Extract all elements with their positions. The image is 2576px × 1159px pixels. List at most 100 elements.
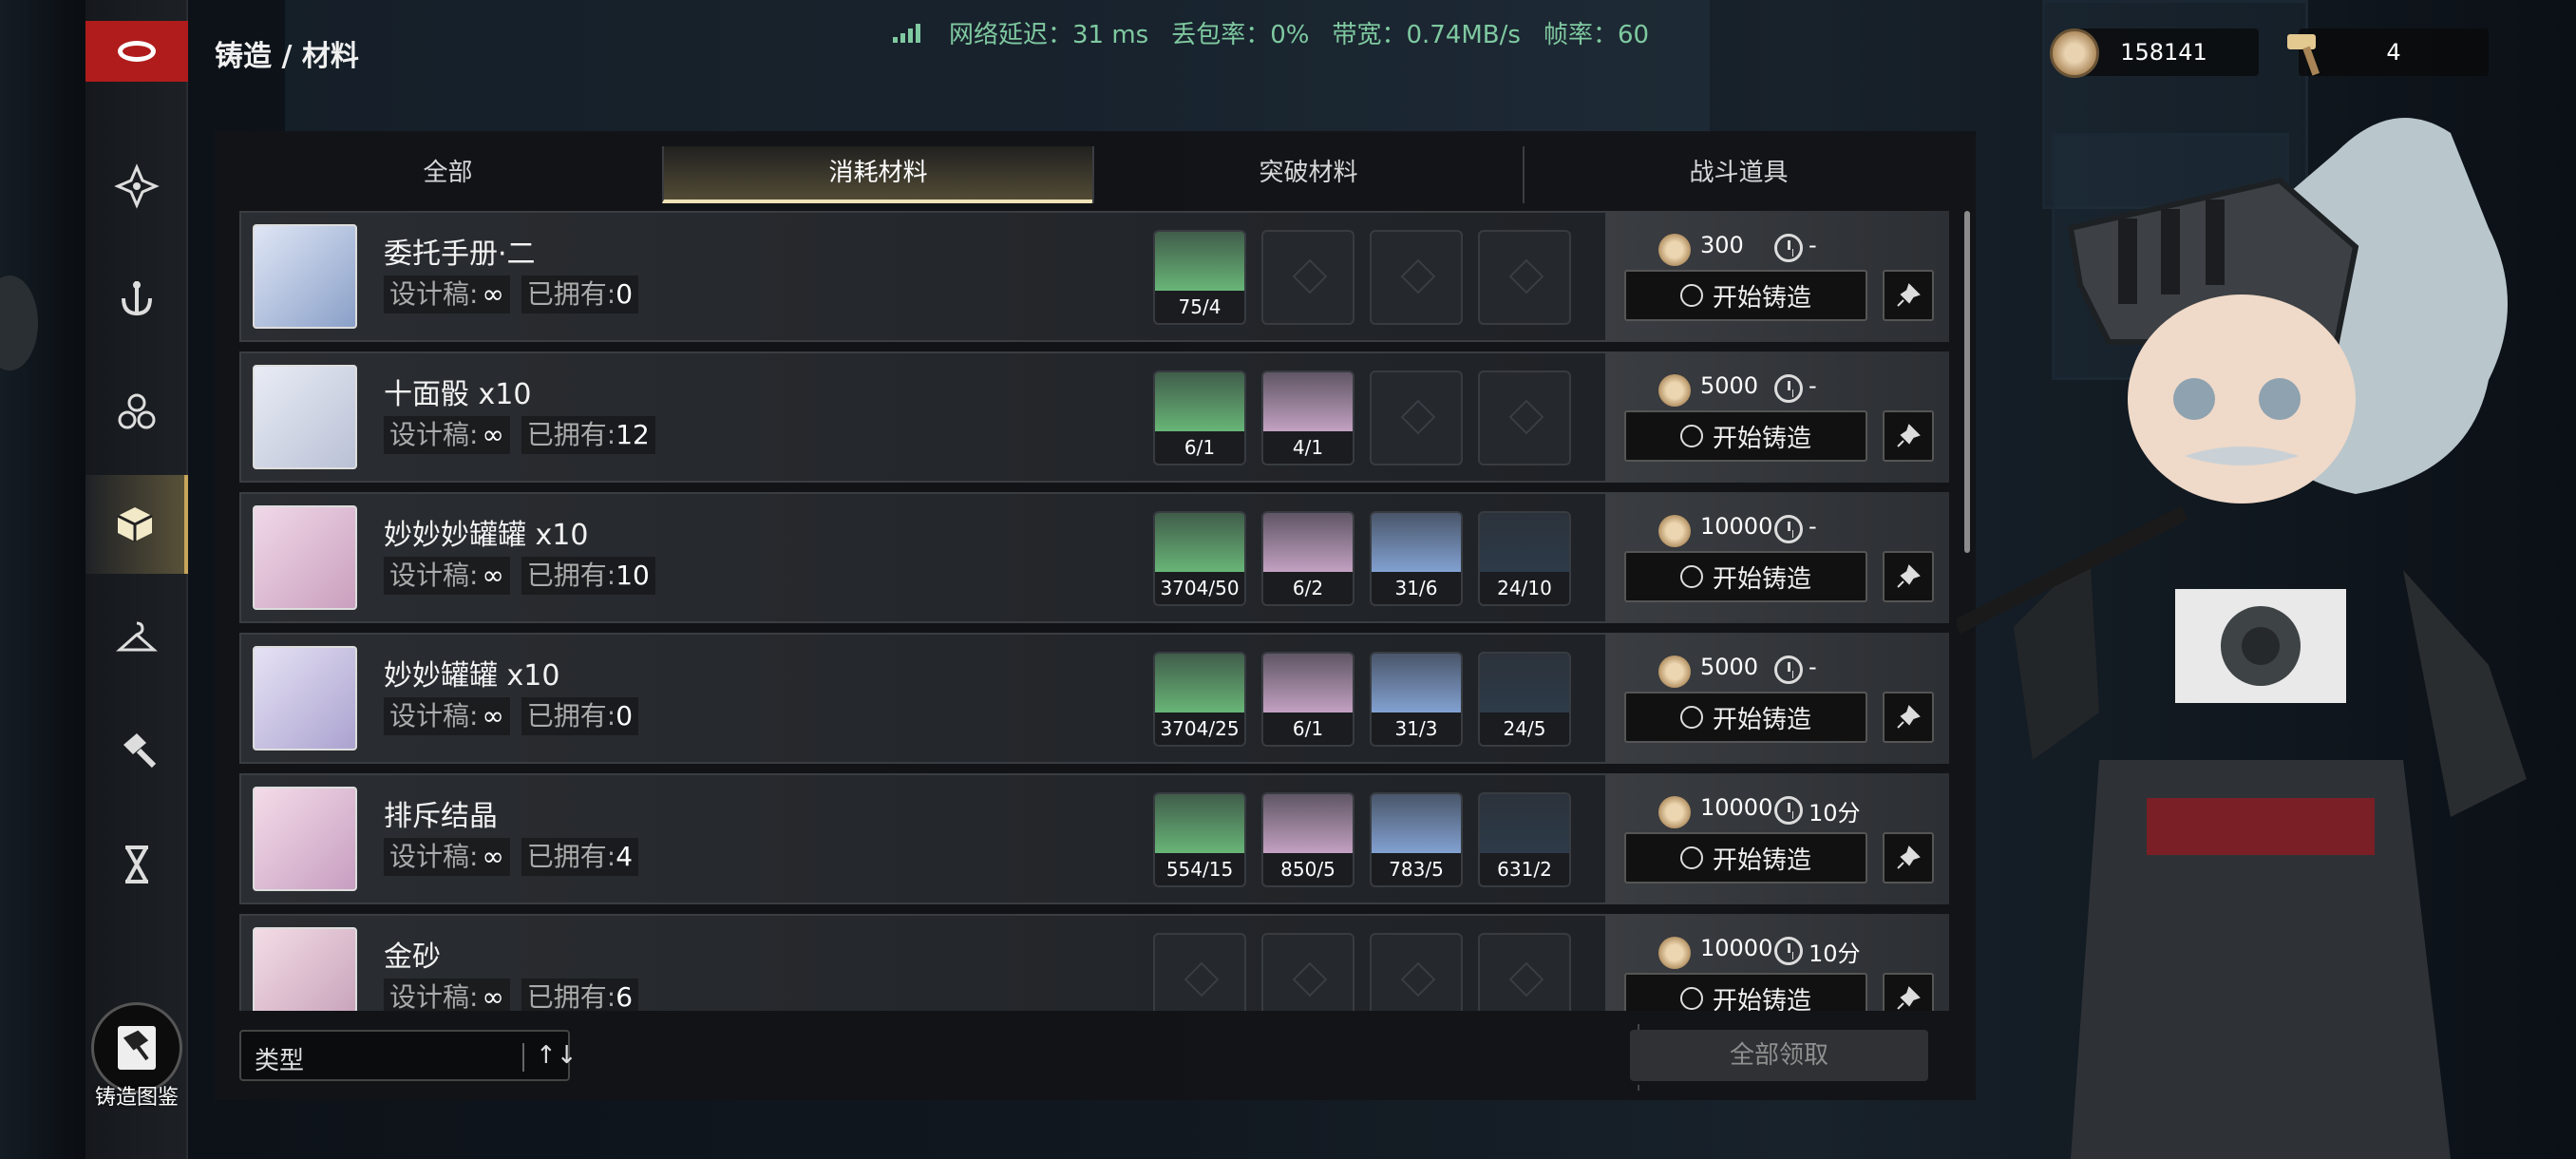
- clock-icon: [1774, 234, 1803, 262]
- forge-icon: [1679, 846, 1703, 869]
- sidebar: 铸造图鉴: [85, 0, 188, 1159]
- recipe-list[interactable]: 委托手册·二 设计稿: ∞ 已拥有:0 75/4 300 - 开始铸造 十面骰 …: [239, 211, 1949, 1011]
- type-filter-select[interactable]: 类型 ↑↓: [239, 1030, 578, 1081]
- forge-icon: [1679, 425, 1703, 447]
- owned-value: 0: [616, 700, 634, 732]
- material-slot[interactable]: 24/10: [1478, 511, 1571, 606]
- start-forge-button[interactable]: 开始铸造: [1624, 270, 1867, 321]
- coin-icon: [1658, 937, 1691, 969]
- claim-all-button[interactable]: 全部领取: [1630, 1030, 1928, 1081]
- start-forge-button[interactable]: 开始铸造: [1624, 692, 1867, 743]
- start-forge-button[interactable]: 开始铸造: [1624, 410, 1867, 462]
- tab-breakthrough[interactable]: 突破材料: [1092, 146, 1523, 203]
- cost-box: 5000 - 开始铸造: [1605, 633, 1949, 764]
- pin-button[interactable]: [1883, 270, 1934, 321]
- material-slot[interactable]: 6/1: [1261, 652, 1354, 747]
- material-slot[interactable]: 783/5: [1370, 792, 1463, 887]
- start-forge-button[interactable]: 开始铸造: [1624, 832, 1867, 884]
- recipe-row[interactable]: 金砂 设计稿: ∞ 已拥有:6 10000 10分 开始铸造: [239, 914, 1949, 1011]
- material-slot[interactable]: 6/2: [1261, 511, 1354, 606]
- network-status: 网络延迟：31 ms 丢包率：0% 带宽：0.74MB/s 帧率：60: [893, 15, 1649, 50]
- hammer-currency[interactable]: 4: [2299, 28, 2489, 76]
- start-forge-label: 开始铸造: [1712, 424, 1811, 453]
- forge-icon: [1679, 284, 1703, 307]
- pin-icon: [1897, 986, 1921, 1010]
- material-count: 631/2: [1480, 853, 1569, 885]
- owned-value: 0: [616, 278, 634, 310]
- material-icon: [1263, 372, 1353, 435]
- forge-handbook-button[interactable]: 铸造图鉴: [85, 1002, 188, 1116]
- loss-text: 丢包率：0%: [1171, 21, 1310, 49]
- tab-battle-items[interactable]: 战斗道具: [1523, 146, 1953, 203]
- material-slot[interactable]: 6/1: [1153, 370, 1246, 466]
- time-value: -: [1809, 232, 1817, 258]
- recipe-row[interactable]: 委托手册·二 设计稿: ∞ 已拥有:0 75/4 300 - 开始铸造: [239, 211, 1949, 342]
- start-forge-label: 开始铸造: [1712, 705, 1811, 734]
- pin-button[interactable]: [1883, 551, 1934, 602]
- material-count: 4/1: [1263, 431, 1353, 464]
- time-value: -: [1809, 372, 1817, 399]
- material-slot[interactable]: 850/5: [1261, 792, 1354, 887]
- material-count: 6/1: [1263, 712, 1353, 745]
- nav-anchor-icon[interactable]: [85, 249, 188, 348]
- material-icon: [1372, 513, 1461, 576]
- material-icon: [1263, 654, 1353, 716]
- owned-value: 6: [616, 981, 634, 1011]
- pin-icon: [1897, 564, 1921, 588]
- pin-button[interactable]: [1883, 410, 1934, 462]
- tab-consumables[interactable]: 消耗材料: [662, 146, 1092, 203]
- material-slot[interactable]: 3704/25: [1153, 652, 1246, 747]
- latency-text: 网络延迟：31 ms: [949, 21, 1149, 49]
- pin-button[interactable]: [1883, 692, 1934, 743]
- material-icon: [1480, 654, 1569, 716]
- design-count: 设计稿: ∞: [384, 697, 510, 735]
- material-icon: [1480, 794, 1569, 857]
- cost-value: 5000: [1700, 372, 1759, 399]
- sort-icon[interactable]: ↑↓: [536, 1041, 578, 1070]
- nav-hammer-icon[interactable]: [85, 701, 188, 800]
- material-slot[interactable]: 4/1: [1261, 370, 1354, 466]
- design-label: 设计稿:: [389, 981, 479, 1011]
- cost-value: 5000: [1700, 654, 1759, 680]
- forge-panel: 全部 消耗材料 突破材料 战斗道具 委托手册·二 设计稿: ∞ 已拥有:0 75/…: [215, 131, 1976, 1100]
- tab-all[interactable]: 全部: [234, 146, 662, 203]
- nav-hourglass-icon[interactable]: [85, 815, 188, 914]
- material-count: 6/1: [1155, 431, 1244, 464]
- material-slot[interactable]: 31/6: [1370, 511, 1463, 606]
- material-slot[interactable]: 554/15: [1153, 792, 1246, 887]
- start-forge-button[interactable]: 开始铸造: [1624, 973, 1867, 1011]
- clock-icon: [1774, 937, 1803, 965]
- cost-box: 10000 - 开始铸造: [1605, 492, 1949, 623]
- recipe-row[interactable]: 十面骰 x10 设计稿: ∞ 已拥有:12 6/1 4/1 5000 - 开始铸造: [239, 352, 1949, 483]
- coin-icon: [1658, 234, 1691, 266]
- recipe-row[interactable]: 妙妙妙罐罐 x10 设计稿: ∞ 已拥有:10 3704/50 6/2 31/6 …: [239, 492, 1949, 623]
- material-count: 6/2: [1263, 572, 1353, 604]
- material-slot[interactable]: 3704/50: [1153, 511, 1246, 606]
- start-forge-button[interactable]: 开始铸造: [1624, 551, 1867, 602]
- empty-material-slot: [1370, 370, 1463, 466]
- material-slot[interactable]: 631/2: [1478, 792, 1571, 887]
- pin-button[interactable]: [1883, 973, 1934, 1011]
- bottom-bar: 类型 ↑↓ 全部领取: [215, 1018, 1976, 1100]
- material-slot[interactable]: 24/5: [1478, 652, 1571, 747]
- material-icon: [1155, 794, 1244, 857]
- pin-button[interactable]: [1883, 832, 1934, 884]
- empty-material-slot: [1370, 933, 1463, 1011]
- material-icon: [1155, 654, 1244, 716]
- nav-hanger-icon[interactable]: [85, 589, 188, 688]
- material-slot[interactable]: 31/3: [1370, 652, 1463, 747]
- logo[interactable]: [85, 21, 188, 82]
- empty-material-slot: [1370, 230, 1463, 325]
- time-value: 10分: [1809, 940, 1861, 967]
- item-name: 金砂: [384, 940, 441, 974]
- divider: [522, 1043, 524, 1072]
- item-name: 妙妙妙罐罐 x10: [384, 519, 589, 552]
- empty-material-slot: [1261, 230, 1354, 325]
- recipe-row[interactable]: 排斥结晶 设计稿: ∞ 已拥有:4 554/15 850/5 783/5 631/…: [239, 773, 1949, 904]
- nav-material-cube-icon[interactable]: [85, 475, 188, 574]
- material-slot[interactable]: 75/4: [1153, 230, 1246, 325]
- nav-flower-icon[interactable]: [85, 137, 188, 236]
- owned-count: 已拥有:6: [521, 978, 639, 1011]
- nav-triad-icon[interactable]: [85, 363, 188, 462]
- recipe-row[interactable]: 妙妙罐罐 x10 设计稿: ∞ 已拥有:0 3704/25 6/1 31/3 24…: [239, 633, 1949, 764]
